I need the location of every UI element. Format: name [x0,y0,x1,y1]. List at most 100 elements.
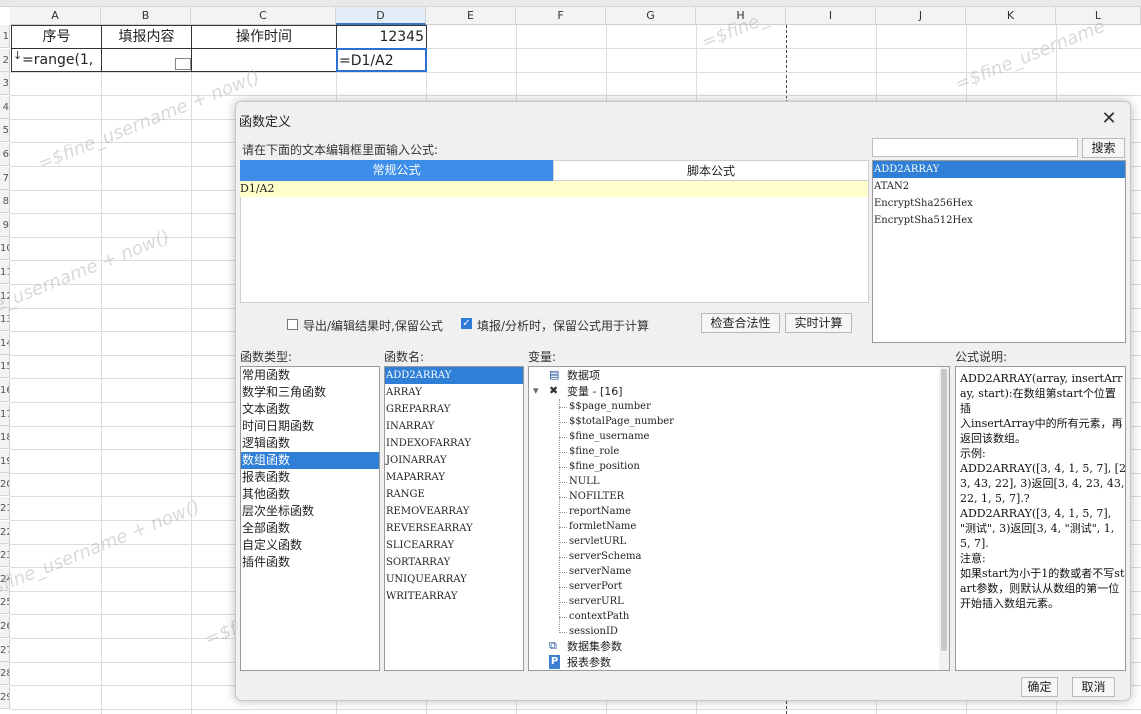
function-item[interactable]: JOINARRAY [385,452,523,469]
function-item[interactable]: ARRAY [385,384,523,401]
function-name-list[interactable]: ADD2ARRAY ARRAY GREPARRAY INARRAY INDEXOFARR… [384,366,524,671]
function-item[interactable]: REMOVEARRAY [385,503,523,520]
function-item[interactable]: INARRAY [385,418,523,435]
tree-variable-item[interactable]: $$totalPage_number [569,414,674,429]
check-validity-button[interactable]: 检查合法性 [701,313,780,333]
column-header-k[interactable]: K [966,7,1056,25]
row-header-1[interactable]: 1 [0,25,10,48]
row-header-23[interactable]: 23 [0,544,10,568]
column-header-i[interactable]: I [786,7,876,25]
row-header-2[interactable]: 2 [0,48,10,72]
category-item[interactable]: 常用函数 [241,367,379,384]
tree-variable-item[interactable]: serverSchema [569,549,641,564]
row-header-7[interactable]: 7 [0,166,10,190]
row-header-18[interactable]: 18 [0,426,10,450]
row-header-19[interactable]: 19 [0,449,10,473]
function-item[interactable]: INDEXOFARRAY [385,435,523,452]
tree-variable-item[interactable]: servletURL [569,534,626,549]
column-header-b[interactable]: B [101,7,191,25]
category-item[interactable]: 文本函数 [241,401,379,418]
search-result-item[interactable]: EncryptSha256Hex [873,195,1125,212]
column-header-f[interactable]: F [516,7,606,25]
category-item[interactable]: 其他函数 [241,486,379,503]
cell-c1[interactable]: 操作时间 [191,25,337,49]
row-header-11[interactable]: 11 [0,261,10,284]
function-item[interactable]: SORTARRAY [385,554,523,571]
search-results-list[interactable]: ADD2ARRAY ATAN2 EncryptSha256Hex EncryptSha… [872,160,1126,343]
cell-a2[interactable]: =range(1, [11,48,102,72]
tree-variable-item[interactable]: $fine_role [569,444,619,459]
close-icon[interactable]: ✕ [1099,109,1119,129]
cell-b1[interactable]: 填报内容 [101,25,192,49]
column-header-d[interactable]: D [336,7,426,25]
search-result-item[interactable]: EncryptSha512Hex [873,212,1125,229]
column-header-g[interactable]: G [606,7,696,25]
tree-variable-item[interactable]: sessionID [569,624,618,639]
row-header-24[interactable]: 24 [0,567,10,591]
formula-input[interactable]: D1/A2 [240,181,868,197]
row-header-28[interactable]: 28 [0,662,10,686]
category-item[interactable]: 时间日期函数 [241,418,379,435]
row-header-25[interactable]: 25 [0,591,10,615]
fill-keep-formula-checkbox[interactable]: ✓ [461,318,472,329]
category-list[interactable]: 常用函数 数学和三角函数 文本函数 时间日期函数 逻辑函数 数组函数 报表函数 其他函数 层次坐… [240,366,380,671]
row-header-6[interactable]: 6 [0,143,10,166]
category-item[interactable]: 自定义函数 [241,537,379,554]
column-header-h[interactable]: H [696,7,786,25]
function-item[interactable]: MAPARRAY [385,469,523,486]
row-header-5[interactable]: 5 [0,119,10,143]
search-result-item[interactable]: ATAN2 [873,178,1125,195]
tree-variable-item[interactable]: serverURL [569,594,624,609]
realtime-calc-button[interactable]: 实时计算 [785,313,852,333]
tree-dataset-params[interactable]: 数据集参数 [567,639,622,654]
row-header-12[interactable]: 12 [0,284,10,308]
tree-variable-item[interactable]: reportName [569,504,631,519]
row-header-10[interactable]: 10 [0,237,10,261]
search-result-item[interactable]: ADD2ARRAY [873,161,1125,178]
row-header-14[interactable]: 14 [0,331,10,355]
column-header-e[interactable]: E [426,7,516,25]
tab-script-formula[interactable]: 脚本公式 [553,160,869,181]
category-item[interactable]: 插件函数 [241,554,379,571]
cell-a1[interactable]: 序号 [11,25,102,49]
tree-variable-item[interactable]: NOFILTER [569,489,624,504]
row-header-29[interactable]: 29 [0,685,10,709]
cancel-button[interactable]: 取消 [1072,677,1115,697]
tree-variable-item[interactable]: formletName [569,519,636,534]
function-item[interactable]: WRITEARRAY [385,588,523,605]
tree-variable-item[interactable]: contextPath [569,609,629,624]
category-item[interactable]: 数组函数 [241,452,379,469]
category-item[interactable]: 逻辑函数 [241,435,379,452]
cell-c2[interactable] [191,48,337,72]
tree-variables-group[interactable]: 变量 - [16] [567,384,623,399]
tree-report-params[interactable]: 报表参数 [567,655,611,670]
row-header-20[interactable]: 20 [0,473,10,497]
tree-variable-item[interactable]: $fine_position [569,459,640,474]
column-header-j[interactable]: J [876,7,966,25]
cell-d2-selected[interactable]: =D1/A2 [336,48,427,72]
search-button[interactable]: 搜索 [1082,138,1125,158]
row-header-17[interactable]: 17 [0,402,10,426]
tree-variable-item[interactable]: serverName [569,564,631,579]
row-header-15[interactable]: 15 [0,355,10,379]
tree-data-item[interactable]: 数据项 [567,368,600,383]
export-keep-formula-checkbox[interactable] [287,319,298,330]
column-header-c[interactable]: C [191,7,336,25]
cell-d1[interactable]: 12345 [336,25,427,49]
search-input[interactable] [872,138,1078,157]
variable-tree[interactable]: ▤ 数据项 ▾ ✖ 变量 - [16] $$page_number $$totalPage_… [528,366,950,671]
function-item[interactable]: ADD2ARRAY [385,367,523,384]
category-item[interactable]: 层次坐标函数 [241,503,379,520]
row-header-4[interactable]: 4 [0,95,10,119]
row-header-22[interactable]: 22 [0,520,10,544]
row-header-9[interactable]: 9 [0,213,10,237]
column-header-l[interactable]: L [1056,7,1141,25]
ok-button[interactable]: 确定 [1021,677,1058,697]
column-header-a[interactable]: A [10,7,101,25]
row-header-3[interactable]: 3 [0,72,10,96]
function-item[interactable]: RANGE [385,486,523,503]
function-item[interactable]: GREPARRAY [385,401,523,418]
function-item[interactable]: UNIQUEARRAY [385,571,523,588]
tree-variable-item[interactable]: $fine_username [569,429,649,444]
cell-widget-icon[interactable] [175,58,191,70]
